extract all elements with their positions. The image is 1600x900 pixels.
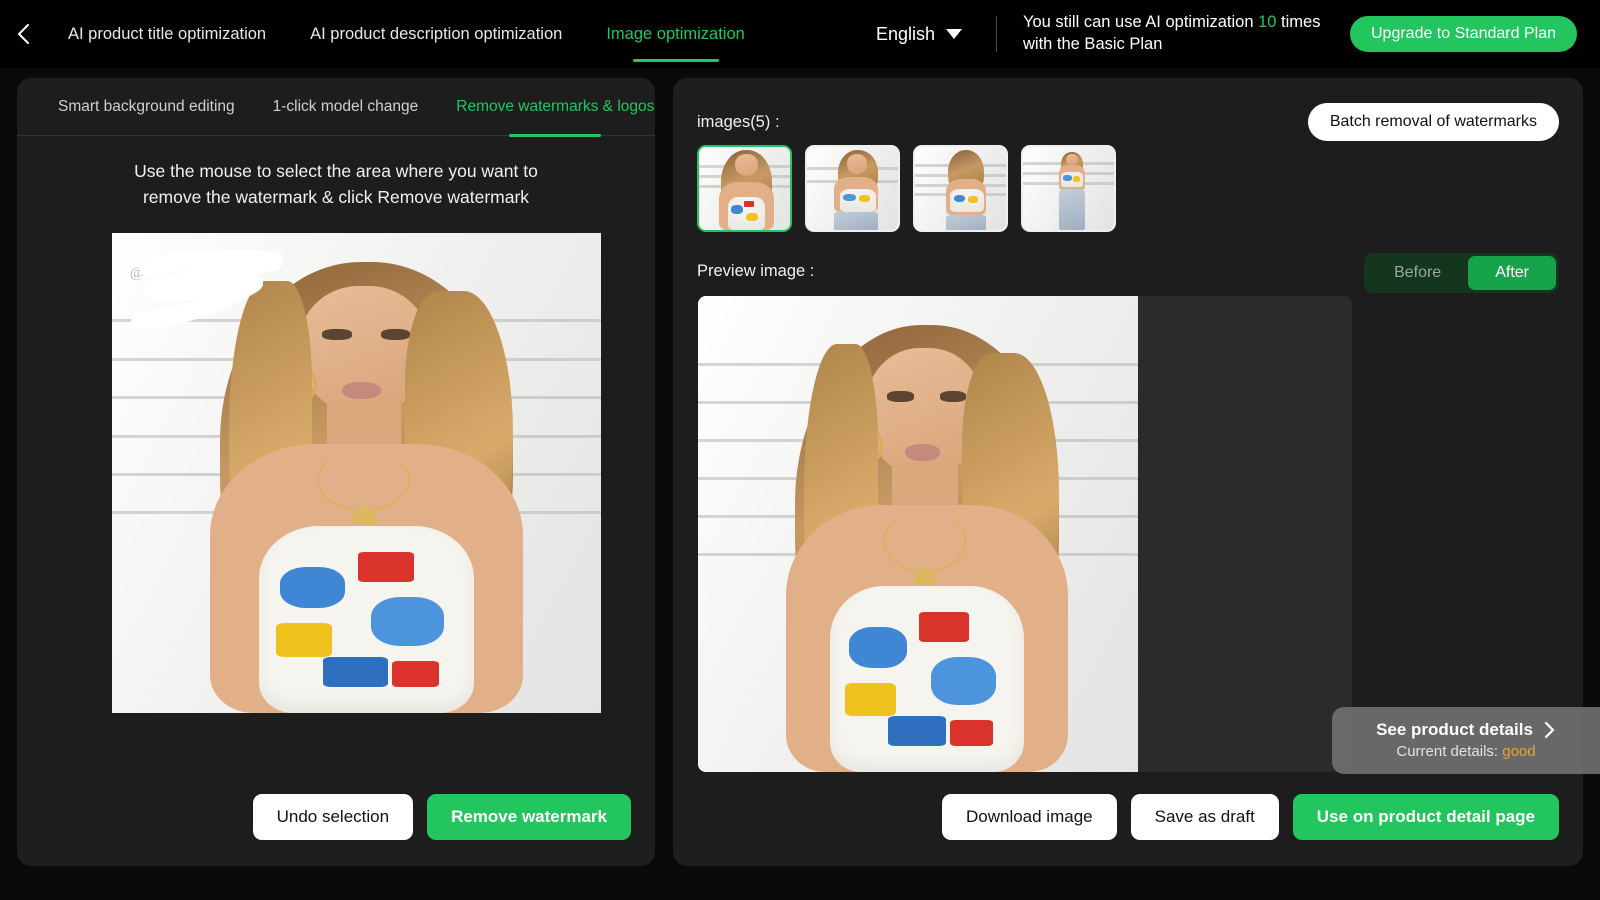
preview-image-container <box>698 296 1352 772</box>
chevron-down-icon <box>945 29 962 39</box>
thumbnail-item-4[interactable] <box>1021 145 1116 232</box>
images-count-label: images(5) : <box>697 112 780 131</box>
subtab-remove-watermarks[interactable]: Remove watermarks & logos <box>437 78 673 136</box>
subtab-label: 1-click model change <box>272 97 419 115</box>
thumbnail-item-1[interactable] <box>697 145 792 232</box>
download-image-button[interactable]: Download image <box>941 794 1117 840</box>
preview-photo <box>698 296 1138 772</box>
back-button[interactable] <box>0 0 46 68</box>
subtab-smart-background-editing[interactable]: Smart background editing <box>39 78 254 136</box>
thumbnail-item-3[interactable] <box>913 145 1008 232</box>
product-details-title: See product details <box>1350 720 1582 740</box>
before-after-toggle: Before After <box>1364 253 1559 293</box>
save-as-draft-button[interactable]: Save as draft <box>1130 794 1279 840</box>
thumbnail-photo <box>915 147 1006 230</box>
quota-prefix: You still can use AI optimization <box>1022 13 1259 32</box>
instruction-line-1: Use the mouse to select the area where y… <box>134 161 538 181</box>
toggle-after[interactable]: After <box>1468 256 1556 290</box>
preview-actions: Download image Save as draft Use on prod… <box>941 794 1559 840</box>
thumbnail-item-2[interactable] <box>805 145 900 232</box>
undo-selection-button[interactable]: Undo selection <box>252 794 414 840</box>
images-row-header: images(5) : Batch removal of watermarks <box>673 99 1583 145</box>
subtab-model-change[interactable]: 1-click model change <box>254 78 438 136</box>
editor-panel: Smart background editing 1-click model c… <box>17 78 655 866</box>
preview-image-label: Preview image : <box>697 261 815 280</box>
top-nav-tabs: AI product title optimization AI product… <box>46 0 767 68</box>
toggle-before[interactable]: Before <box>1367 256 1468 290</box>
editor-tabs: Smart background editing 1-click model c… <box>17 78 655 136</box>
current-details-prefix: Current details: <box>1396 743 1503 760</box>
instruction-text: Use the mouse to select the area where y… <box>17 158 655 211</box>
quota-count: 10 <box>1258 13 1277 32</box>
subtab-label: Smart background editing <box>58 97 235 115</box>
app-root: AI product title optimization AI product… <box>0 0 1600 900</box>
tab-label: Image optimization <box>606 24 745 43</box>
thumbnail-photo <box>1023 147 1114 230</box>
language-selector[interactable]: English <box>872 24 966 45</box>
editor-actions: Undo selection Remove watermark <box>17 794 655 840</box>
chevron-right-icon <box>1544 721 1555 739</box>
quota-message: You still can use AI optimization 10 tim… <box>1023 12 1323 56</box>
top-bar-right: English You still can use AI optimizatio… <box>872 0 1600 68</box>
use-on-product-detail-page-button[interactable]: Use on product detail page <box>1292 794 1559 840</box>
tab-label: AI product description optimization <box>310 24 563 43</box>
vertical-divider <box>995 16 997 52</box>
watermark-edit-canvas[interactable]: @ <box>112 233 601 713</box>
language-label: English <box>875 23 935 44</box>
upgrade-button[interactable]: Upgrade to Standard Plan <box>1349 16 1577 52</box>
tab-image-optimization[interactable]: Image optimization <box>584 0 767 68</box>
current-details-value: good <box>1502 743 1536 760</box>
product-details-title-label: See product details <box>1376 720 1533 739</box>
tab-title-optimization[interactable]: AI product title optimization <box>46 0 288 68</box>
batch-removal-button[interactable]: Batch removal of watermarks <box>1307 103 1559 141</box>
chevron-left-icon <box>18 24 29 44</box>
current-details-status: Current details: good <box>1350 743 1582 760</box>
preview-row-header: Preview image : Before After <box>673 251 1583 293</box>
top-bar: AI product title optimization AI product… <box>0 0 1600 68</box>
product-details-card[interactable]: See product details Current details: goo… <box>1332 707 1600 774</box>
remove-watermark-button[interactable]: Remove watermark <box>427 794 631 840</box>
thumbnail-photo <box>699 147 790 230</box>
thumbnail-list <box>673 145 1583 232</box>
selection-scribble <box>131 250 283 330</box>
instruction-line-2: remove the watermark & click Remove wate… <box>142 187 530 208</box>
thumbnail-photo <box>807 147 898 230</box>
tab-label: AI product title optimization <box>68 24 267 43</box>
subtab-label: Remove watermarks & logos <box>456 97 655 115</box>
tab-description-optimization[interactable]: AI product description optimization <box>288 0 584 68</box>
